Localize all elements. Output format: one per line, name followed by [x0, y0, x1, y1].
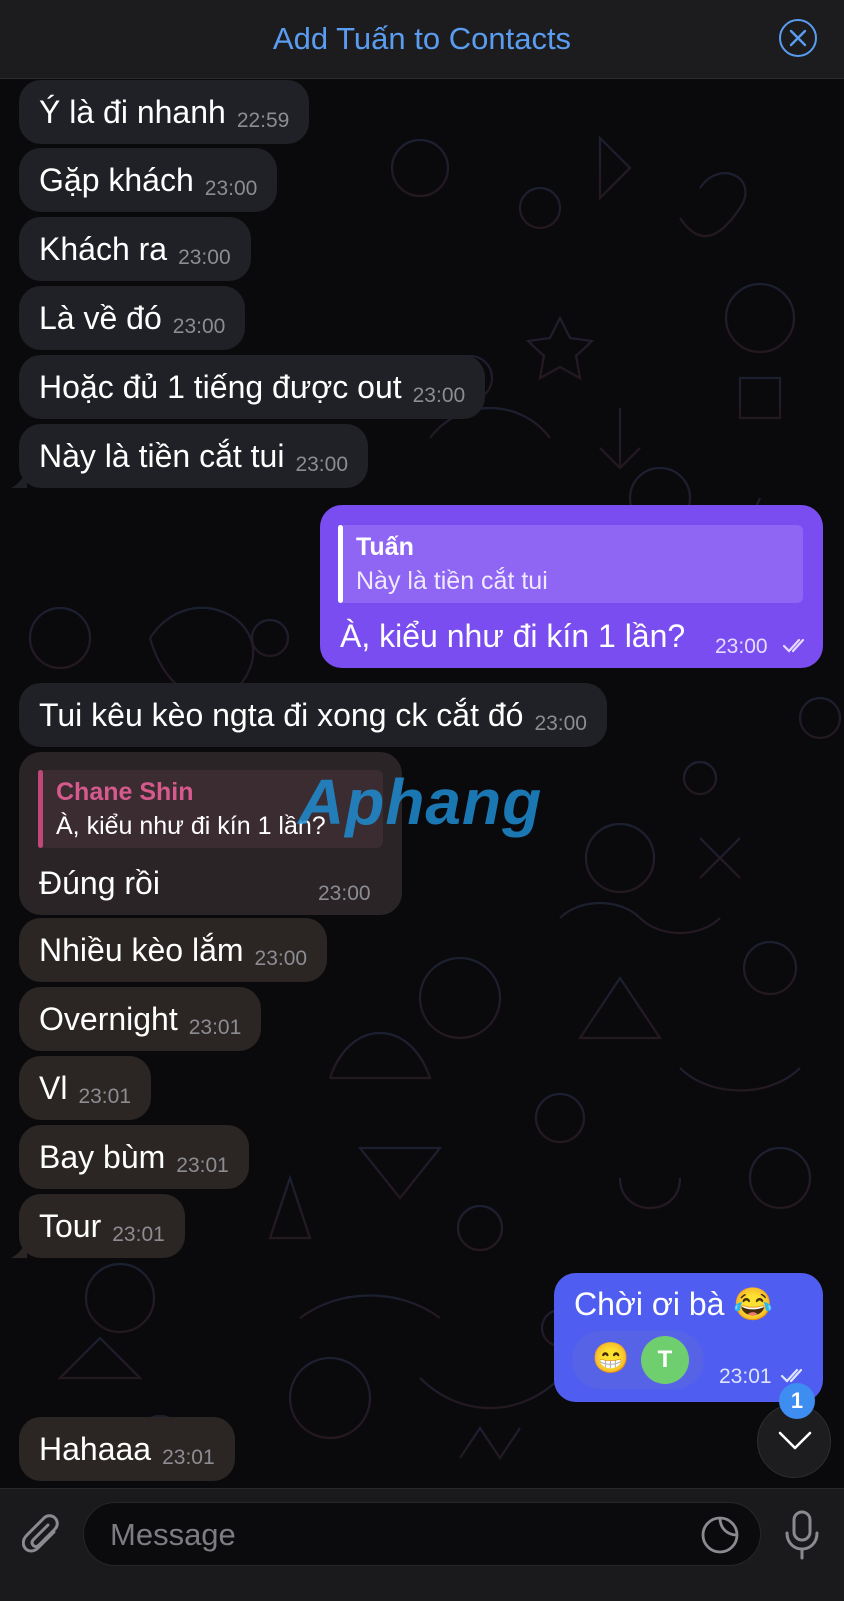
incoming-message[interactable]: Là về đó 23:00 — [19, 286, 246, 350]
double-check-icon — [782, 638, 805, 653]
outgoing-message[interactable]: Chời ơi bà 😂 😁 T 23:01 — [554, 1273, 823, 1402]
message-time: 23:01 — [719, 1365, 772, 1388]
message-text: Bay bùm — [39, 1138, 166, 1175]
reaction-emoji: 😁 — [592, 1342, 630, 1375]
message-time: 23:00 — [318, 882, 371, 905]
message-time: 23:00 — [412, 384, 466, 407]
message-text: Nhiều kèo lắm — [39, 931, 244, 968]
message-input[interactable] — [108, 1503, 672, 1567]
message-time: 23:00 — [715, 635, 768, 658]
message-input-wrapper[interactable] — [83, 1502, 761, 1567]
bubble-tail — [11, 1240, 27, 1258]
message-time: 23:01 — [112, 1223, 165, 1246]
message-time: 23:00 — [295, 453, 349, 476]
reply-text: À, kiểu như đi kín 1 lần? — [56, 812, 326, 840]
chevron-down-icon — [778, 1431, 812, 1450]
sticker-icon[interactable] — [700, 1515, 740, 1555]
message-time: 23:00 — [254, 947, 308, 970]
message-text: Gặp khách — [39, 161, 194, 198]
reply-text: Này là tiền cắt tui — [356, 567, 548, 595]
watermark-logo: Aphang — [298, 765, 542, 839]
message-text: Này là tiền cắt tui — [39, 437, 285, 474]
message-text: Vl — [39, 1069, 68, 1106]
message-time: 23:00 — [172, 315, 226, 338]
incoming-message[interactable]: Khách ra 23:00 — [19, 217, 251, 281]
message-text: Overnight — [39, 1000, 178, 1037]
message-text: Hoặc đủ 1 tiếng được out — [39, 368, 402, 405]
message-text: Chời ơi bà 😂 — [574, 1286, 774, 1322]
reply-quote[interactable]: Tuấn Này là tiền cắt tui — [338, 525, 803, 603]
message-time: 23:00 — [178, 246, 231, 269]
message-reaction[interactable]: 😁 T — [572, 1331, 704, 1389]
composer-bar — [0, 1488, 844, 1601]
message-time: 23:00 — [204, 177, 258, 200]
watermark-text: Aphang — [298, 766, 543, 838]
message-time: 22:59 — [236, 109, 290, 132]
incoming-message[interactable]: Vl 23:01 — [19, 1056, 152, 1120]
incoming-message[interactable]: Này là tiền cắt tui 23:00 — [11, 424, 369, 488]
message-text: Hahaaa — [39, 1430, 152, 1467]
microphone-icon[interactable] — [782, 1509, 822, 1561]
incoming-message[interactable]: Hoặc đủ 1 tiếng được out 23:00 — [19, 355, 486, 419]
incoming-message[interactable]: Gặp khách 23:00 — [19, 148, 278, 212]
message-text: Tui kêu kèo ngta đi xong ck cắt đó — [39, 696, 524, 733]
avatar-letter: T — [657, 1346, 673, 1373]
message-time: 23:01 — [78, 1085, 132, 1108]
message-text: Khách ra — [39, 230, 168, 267]
paperclip-icon[interactable] — [22, 1514, 64, 1560]
add-contact-link[interactable]: Add Tuấn to Contacts — [273, 21, 571, 57]
close-icon[interactable] — [779, 19, 817, 57]
incoming-message[interactable]: Overnight 23:01 — [19, 987, 262, 1051]
message-time: 23:01 — [188, 1016, 242, 1039]
message-time: 23:01 — [176, 1154, 229, 1177]
reactor-avatar: T — [641, 1336, 689, 1384]
message-text: Là về đó — [39, 299, 162, 336]
message-text: Đúng rồi — [39, 865, 160, 901]
bubble-tail — [11, 470, 27, 488]
message-time: 23:01 — [162, 1446, 215, 1469]
message-text: Tour — [39, 1207, 102, 1244]
incoming-message[interactable]: Tui kêu kèo ngta đi xong ck cắt đó 23:00 — [19, 683, 607, 747]
incoming-message[interactable]: Ý là đi nhanh 22:59 — [19, 80, 310, 144]
outgoing-message[interactable]: Tuấn Này là tiền cắt tui À, kiểu như đi … — [320, 505, 823, 668]
add-contact-banner[interactable]: Add Tuấn to Contacts — [0, 0, 844, 79]
reply-author: Chane Shin — [56, 778, 194, 806]
incoming-message[interactable]: Nhiều kèo lắm 23:00 — [19, 918, 328, 982]
message-text: Ý là đi nhanh — [39, 93, 226, 130]
message-text: À, kiểu như đi kín 1 lần? — [340, 618, 686, 654]
incoming-message[interactable]: Tour 23:01 — [11, 1194, 185, 1258]
unread-badge: 1 — [779, 1383, 815, 1419]
incoming-message[interactable]: Bay bùm 23:01 — [19, 1125, 249, 1189]
incoming-message[interactable]: Hahaaa 23:01 — [19, 1417, 235, 1481]
message-time: 23:00 — [534, 712, 587, 735]
reply-author: Tuấn — [356, 533, 414, 561]
